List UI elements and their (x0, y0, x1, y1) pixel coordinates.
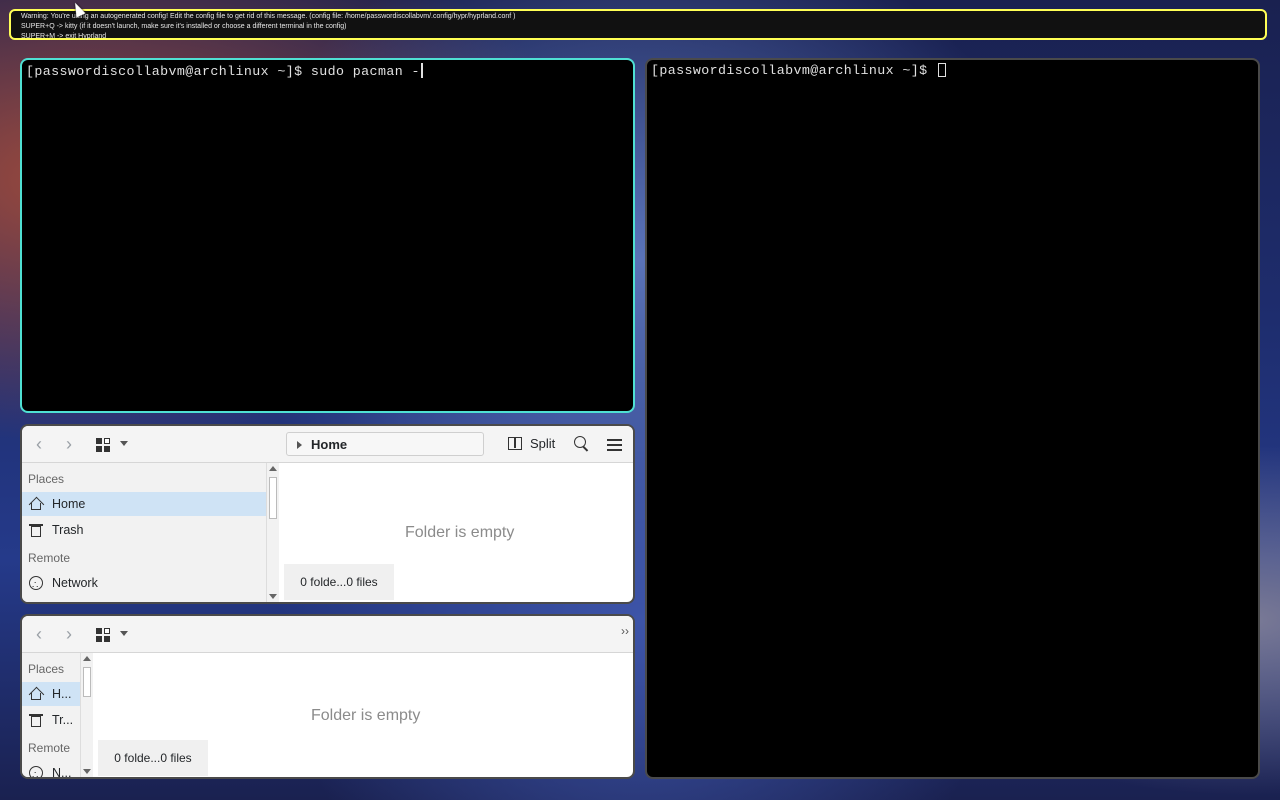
forward-button[interactable]: › (66, 622, 72, 646)
chevron-right-icon: › (66, 434, 72, 454)
scroll-up-icon[interactable] (269, 466, 277, 471)
terminal-cursor (937, 63, 946, 77)
terminal-prompt: [passwordiscollabvm@archlinux ~]$ (26, 64, 311, 79)
file-manager-window[interactable]: ‹ › Home Split Places Home Trash Remote (20, 424, 635, 604)
sidebar-item-label: Trash (52, 523, 84, 537)
places-sidebar: Places Home Trash Remote Network (22, 463, 267, 602)
places-header: Places (28, 472, 65, 486)
search-icon[interactable] (574, 436, 586, 448)
file-manager-toolbar: ‹ › Home Split (22, 426, 633, 463)
sidebar-item-label: Network (52, 576, 98, 590)
sidebar-item-label: Tr... (52, 713, 74, 727)
hamburger-menu-icon[interactable] (607, 439, 622, 454)
warning-line-1: Warning: You're using an autogenerated c… (21, 13, 516, 20)
breadcrumb-arrow-icon (297, 441, 302, 449)
sidebar-item-label: N... (52, 766, 72, 779)
trash-icon (29, 523, 43, 537)
remote-header: Remote (28, 551, 71, 565)
home-icon (29, 687, 43, 701)
status-bar: 0 folde...0 files (98, 740, 208, 776)
folder-empty-message: Folder is empty (405, 524, 515, 541)
warning-line-3: SUPER+M -> exit Hyprland (21, 33, 107, 40)
chevron-down-icon[interactable] (120, 631, 128, 636)
remote-header: Remote (28, 741, 71, 755)
terminal-window-active[interactable]: [passwordiscollabvm@archlinux ~]$ sudo p… (20, 58, 635, 413)
sidebar-item-network[interactable]: N... (22, 761, 80, 779)
view-mode-button[interactable] (96, 438, 110, 452)
places-sidebar: Places H... Tr... Remote N... (22, 653, 81, 777)
view-mode-button[interactable] (96, 628, 110, 642)
scroll-up-icon[interactable] (83, 656, 91, 661)
home-icon (29, 497, 43, 511)
scrollbar-thumb[interactable] (83, 667, 91, 697)
terminal-window[interactable]: [passwordiscollabvm@archlinux ~]$ (645, 58, 1260, 779)
split-view-icon (508, 437, 522, 450)
sidebar-item-trash[interactable]: Tr... (22, 708, 80, 732)
terminal-command: sudo pacman - (310, 64, 420, 79)
breadcrumb[interactable]: Home (286, 432, 484, 456)
folder-empty-message: Folder is empty (311, 707, 421, 724)
back-button[interactable]: ‹ (36, 622, 42, 646)
forward-button[interactable]: › (66, 432, 72, 456)
config-warning-banner: Warning: You're using an autogenerated c… (9, 9, 1267, 40)
overflow-menu-icon[interactable]: ›› (621, 624, 629, 638)
chevron-right-icon: › (66, 624, 72, 644)
trash-icon (29, 713, 43, 727)
network-icon (29, 574, 43, 598)
chevron-down-icon[interactable] (120, 441, 128, 446)
sidebar-item-home[interactable]: H... (22, 682, 80, 706)
file-manager-window[interactable]: ‹ › ›› Places H... Tr... Remote N... Fol… (20, 614, 635, 779)
warning-line-2: SUPER+Q -> kitty (if it doesn't launch, … (21, 23, 347, 30)
file-manager-toolbar: ‹ › ›› (22, 616, 633, 653)
terminal-prompt-line[interactable]: [passwordiscollabvm@archlinux ~]$ sudo p… (26, 63, 423, 79)
sidebar-item-label: Home (52, 497, 86, 511)
back-button[interactable]: ‹ (36, 432, 42, 456)
scrollbar-thumb[interactable] (269, 477, 277, 519)
sidebar-item-label: H... (52, 687, 72, 701)
terminal-cursor (420, 63, 423, 78)
places-header: Places (28, 662, 65, 676)
sidebar-item-network[interactable]: Network (22, 571, 266, 598)
breadcrumb-home[interactable]: Home (311, 433, 347, 457)
sidebar-item-home[interactable]: Home (22, 492, 266, 516)
scroll-down-icon[interactable] (269, 594, 277, 599)
chevron-left-icon: ‹ (36, 434, 42, 454)
chevron-left-icon: ‹ (36, 624, 42, 644)
terminal-prompt: [passwordiscollabvm@archlinux ~]$ (651, 63, 936, 78)
sidebar-scrollbar[interactable] (266, 463, 279, 602)
terminal-prompt-line[interactable]: [passwordiscollabvm@archlinux ~]$ (651, 63, 946, 78)
split-button-label: Split (530, 436, 556, 451)
sidebar-scrollbar[interactable] (80, 653, 93, 777)
status-bar: 0 folde...0 files (284, 564, 394, 600)
network-icon (29, 764, 43, 777)
sidebar-item-trash[interactable]: Trash (22, 518, 266, 542)
scroll-down-icon[interactable] (83, 769, 91, 774)
